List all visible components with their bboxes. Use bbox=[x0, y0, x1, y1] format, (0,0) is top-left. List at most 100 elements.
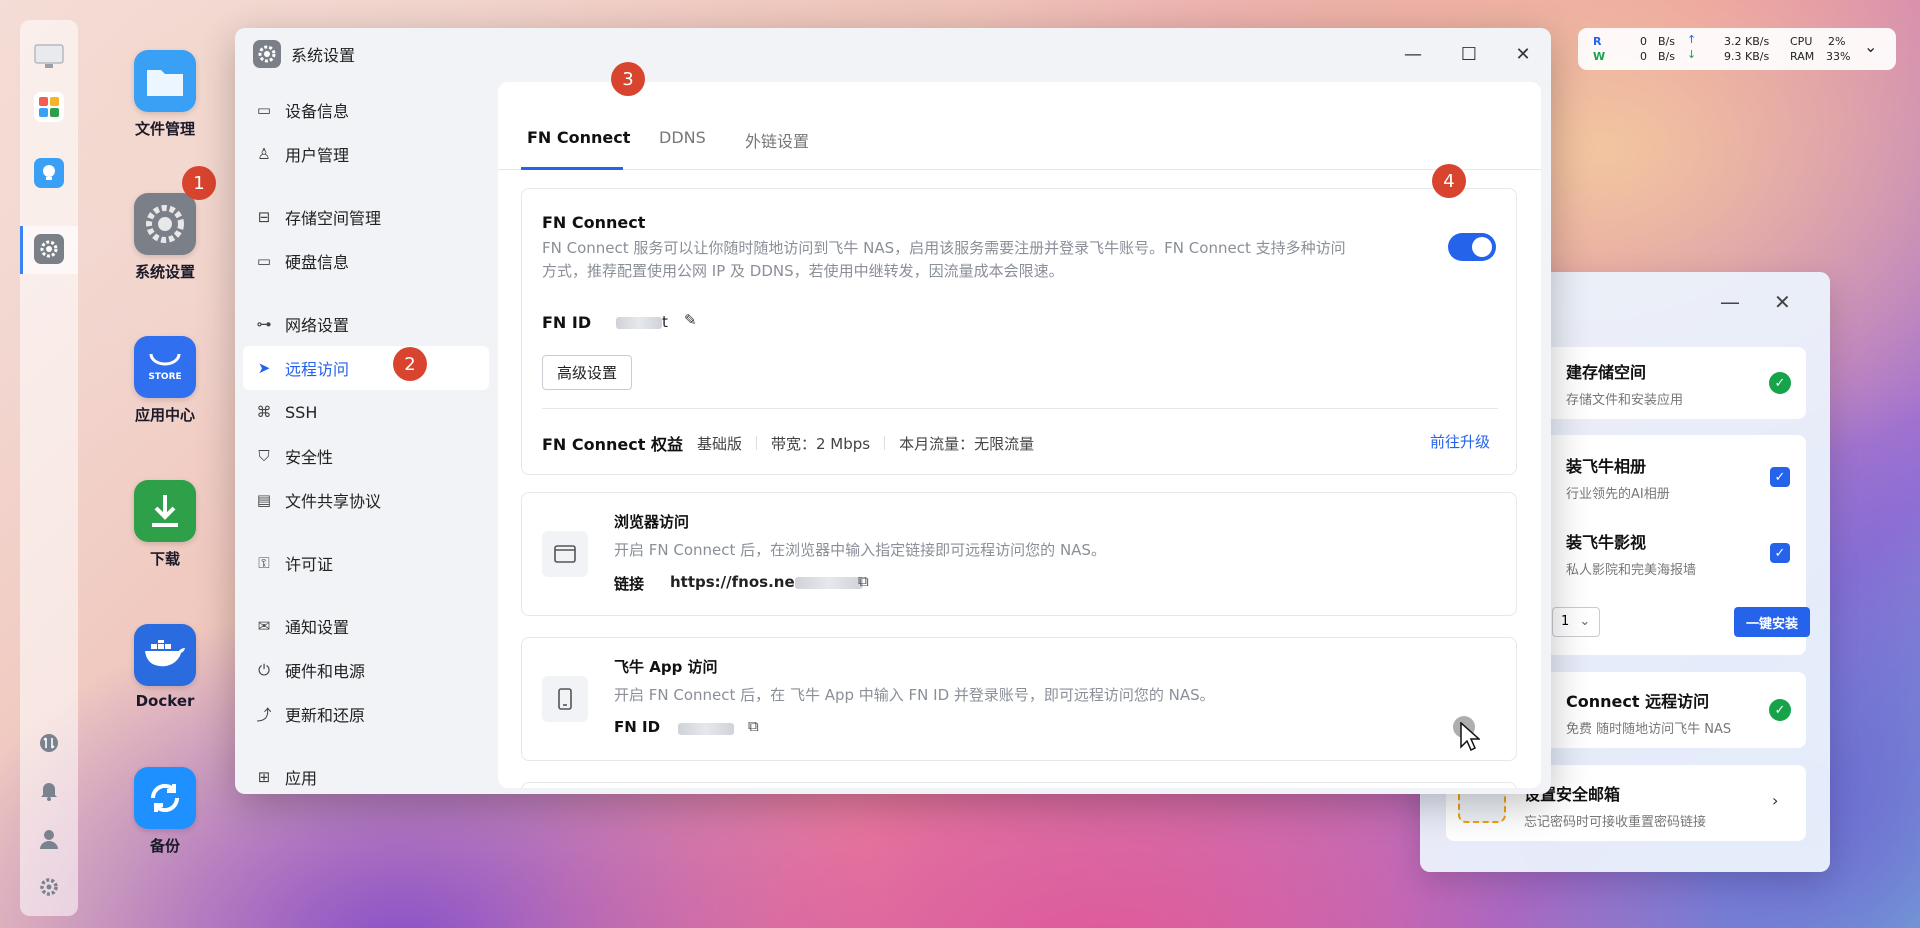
shield-icon: ⛉ bbox=[258, 447, 270, 465]
sidebar-item-security[interactable]: ⛉ 安全性 bbox=[243, 434, 489, 478]
key-icon: ⚿ bbox=[258, 554, 270, 572]
chevron-right-icon: › bbox=[1772, 791, 1779, 810]
desktop-icon-label: 备份 bbox=[149, 837, 180, 855]
sidebar-item-users[interactable]: ♙ 用户管理 bbox=[243, 132, 489, 176]
step-badge-4: 4 bbox=[1432, 164, 1466, 198]
lightbulb-icon[interactable] bbox=[34, 158, 64, 188]
download-arrow-icon: ↓ bbox=[1687, 48, 1697, 61]
fn-connect-card: FN Connect FN Connect 服务可以让你随时随地访问到飞牛 NA… bbox=[521, 188, 1517, 475]
settings-gear-icon bbox=[253, 40, 281, 68]
docker-whale-icon bbox=[134, 624, 196, 686]
drive-icon: ▭ bbox=[256, 101, 272, 119]
tab-bar: FN Connect DDNS 外链设置 bbox=[498, 82, 1541, 170]
desktop-icon-file-manager[interactable]: 文件管理 bbox=[123, 50, 207, 139]
sidebar-item-update-restore[interactable]: ⤴ 更新和还原 bbox=[243, 692, 489, 736]
sync-icon bbox=[134, 767, 196, 829]
desktop-icon-label: 应用中心 bbox=[134, 406, 195, 424]
check-circle-icon: ✓ bbox=[1769, 372, 1791, 394]
checkbox-video[interactable]: ✓ bbox=[1770, 543, 1790, 563]
desktop-icon-docker[interactable]: Docker bbox=[123, 624, 207, 710]
desktop-icon-backup[interactable]: 备份 bbox=[123, 767, 207, 856]
disk-icon: ▭ bbox=[256, 252, 272, 270]
desktop-icon-system-settings[interactable]: 系统设置 bbox=[123, 193, 207, 282]
desktop-icon-label: 系统设置 bbox=[134, 263, 195, 281]
code-icon: ⌘ bbox=[256, 403, 272, 421]
monitor-icon[interactable] bbox=[34, 42, 64, 72]
minimize-button[interactable]: — bbox=[1401, 42, 1425, 66]
panel-close-button[interactable]: ✕ bbox=[1774, 290, 1791, 314]
gear-icon[interactable] bbox=[34, 872, 64, 902]
settings-gear-icon[interactable] bbox=[34, 234, 64, 264]
browser-access-card: 浏览器访问 开启 FN Connect 后，在浏览器中输入指定链接即可远程访问您… bbox=[521, 492, 1517, 616]
sidebar-item-file-sharing[interactable]: ▤ 文件共享协议 bbox=[243, 478, 489, 522]
sidebar-item-hardware-power[interactable]: ⏻ 硬件和电源 bbox=[243, 648, 489, 692]
step-badge-1: 1 bbox=[182, 166, 216, 200]
volume-select[interactable]: 1 ⌄ bbox=[1552, 607, 1600, 637]
send-icon: ➤ bbox=[257, 359, 271, 377]
settings-sidebar: ▭ 设备信息 ♙ 用户管理 ⊟ 存储空间管理 ▭ 硬盘信息 ⊶ 网络设置 ➤ 远程访问 ⌘ S… bbox=[243, 88, 489, 794]
bell-icon[interactable] bbox=[34, 776, 64, 806]
mobile-phone-icon bbox=[542, 676, 588, 722]
resource-monitor: R W 0 0 B/s B/s ↑ ↓ 3.2 KB/s 9.3 KB/s CP… bbox=[1578, 28, 1896, 70]
next-card bbox=[521, 782, 1517, 788]
desktop-icon-download[interactable]: 下载 bbox=[123, 480, 207, 569]
system-settings-window: 系统设置 — ☐ ✕ ▭ 设备信息 ♙ 用户管理 ⊟ 存储空间管理 ▭ 硬盘信息 ⊶ 网络… bbox=[235, 28, 1551, 794]
desktop-icon-label: Docker bbox=[135, 692, 195, 710]
download-icon bbox=[134, 480, 196, 542]
sidebar-item-apps[interactable]: ⊞ 应用 bbox=[243, 755, 489, 794]
tab-fn-connect[interactable]: FN Connect bbox=[527, 128, 630, 147]
chevron-down-icon: ⌄ bbox=[1579, 614, 1591, 629]
apps-grid-icon[interactable] bbox=[34, 92, 64, 122]
network-icon: ⊶ bbox=[256, 315, 272, 333]
fn-id-value: t bbox=[616, 313, 668, 331]
desktop-icon-label: 文件管理 bbox=[134, 120, 195, 138]
chevron-down-icon[interactable]: ⌄ bbox=[1864, 37, 1877, 56]
sidebar-item-network[interactable]: ⊶ 网络设置 bbox=[243, 302, 489, 346]
copy-icon[interactable]: ⧉ bbox=[748, 717, 759, 735]
sidebar-item-remote-access[interactable]: ➤ 远程访问 bbox=[243, 346, 489, 390]
step-badge-3: 3 bbox=[611, 62, 645, 96]
folder-icon bbox=[134, 50, 196, 112]
dock bbox=[20, 20, 78, 916]
mail-icon: ✉ bbox=[257, 617, 271, 635]
tab-ddns[interactable]: DDNS bbox=[659, 128, 706, 147]
panel-minimize-button[interactable]: — bbox=[1720, 290, 1740, 314]
sidebar-item-ssh[interactable]: ⌘ SSH bbox=[243, 390, 489, 434]
desktop-icon-label: 下载 bbox=[149, 550, 180, 568]
user-icon: ♙ bbox=[257, 145, 271, 163]
mouse-cursor-icon bbox=[1460, 721, 1481, 756]
power-icon: ⏻ bbox=[258, 661, 270, 679]
settings-content: FN Connect DDNS 外链设置 FN Connect FN Conne… bbox=[498, 82, 1541, 788]
tab-external-links[interactable]: 外链设置 bbox=[745, 128, 809, 152]
window-title: 系统设置 bbox=[291, 46, 356, 65]
upgrade-link[interactable]: 前往升级 bbox=[1430, 431, 1490, 452]
fn-connect-title: FN Connect bbox=[542, 213, 646, 232]
checkbox-photos[interactable]: ✓ bbox=[1770, 467, 1790, 487]
sidebar-item-license[interactable]: ⚿ 许可证 bbox=[243, 541, 489, 585]
rocket-icon: ⤴ bbox=[256, 705, 272, 724]
user-icon[interactable] bbox=[34, 824, 64, 854]
storage-icon: ⊟ bbox=[257, 208, 271, 226]
step-badge-2: 2 bbox=[393, 347, 427, 381]
advanced-settings-button[interactable]: 高级设置 bbox=[542, 355, 633, 390]
upload-arrow-icon: ↑ bbox=[1687, 33, 1697, 46]
tab-active-indicator bbox=[521, 167, 623, 170]
maximize-button[interactable]: ☐ bbox=[1457, 42, 1481, 66]
app-access-card: 飞牛 App 访问 开启 FN Connect 后，在 飞牛 App 中输入 F… bbox=[521, 637, 1517, 761]
sidebar-item-storage[interactable]: ⊟ 存储空间管理 bbox=[243, 195, 489, 239]
store-icon: STORE bbox=[134, 336, 196, 398]
sidebar-item-notifications[interactable]: ✉ 通知设置 bbox=[243, 604, 489, 648]
browser-window-icon bbox=[542, 531, 588, 577]
edit-pencil-icon[interactable]: ✎ bbox=[684, 311, 697, 329]
window-titlebar: 系统设置 bbox=[253, 40, 355, 68]
close-button[interactable]: ✕ bbox=[1511, 42, 1535, 66]
one-click-install-button[interactable]: 一键安装 bbox=[1734, 607, 1810, 637]
fn-connect-rights: FN Connect 权益 基础版 带宽：2 Mbps 本月流量：无限流量 bbox=[542, 434, 1035, 455]
sidebar-item-device-info[interactable]: ▭ 设备信息 bbox=[243, 88, 489, 132]
desktop-icon-app-center[interactable]: STORE 应用中心 bbox=[123, 336, 207, 425]
apps-grid-icon: ⊞ bbox=[257, 768, 271, 786]
sidebar-item-disks[interactable]: ▭ 硬盘信息 bbox=[243, 239, 489, 283]
transfer-icon[interactable] bbox=[34, 728, 64, 758]
fn-connect-toggle[interactable] bbox=[1448, 233, 1496, 261]
copy-icon[interactable]: ⧉ bbox=[858, 572, 869, 590]
